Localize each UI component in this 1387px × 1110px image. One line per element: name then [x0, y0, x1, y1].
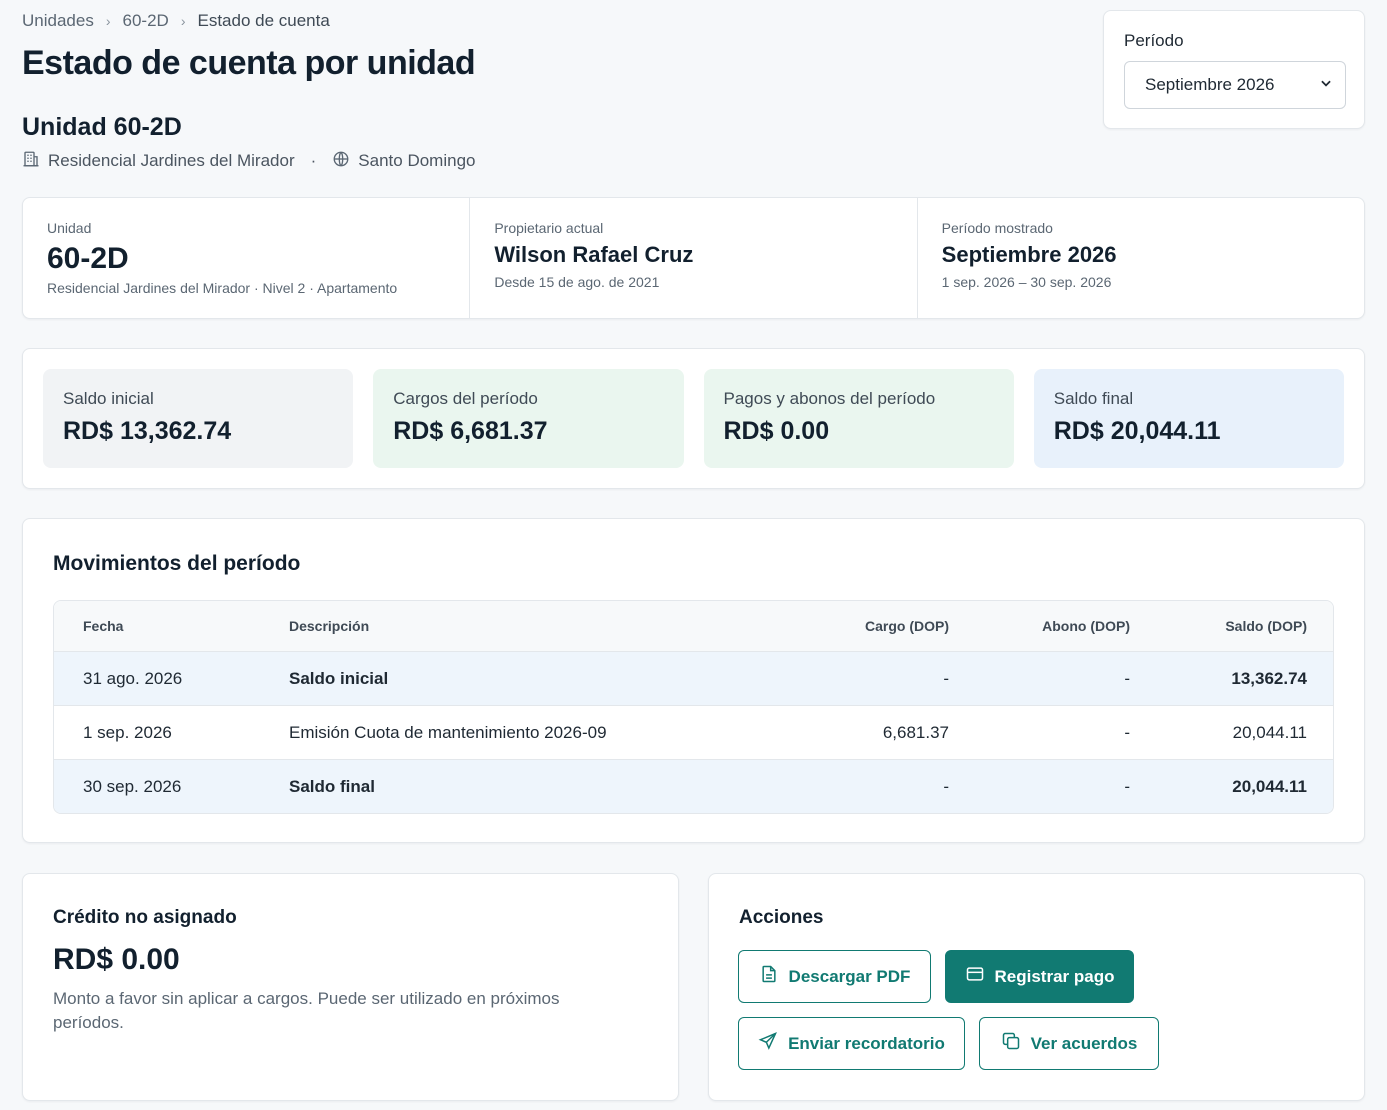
file-text-icon — [759, 964, 779, 989]
credit-note: Monto a favor sin aplicar a cargos. Pued… — [53, 989, 560, 1032]
summary-label: Cargos del período — [393, 389, 538, 408]
summary-value: RD$ 13,362.74 — [63, 417, 232, 445]
register-payment-label: Registrar pago — [994, 966, 1115, 986]
chevron-right-icon: › — [105, 13, 111, 29]
complex-name: Residencial Jardines del Mirador — [48, 151, 295, 170]
col-header-fecha: Fecha — [83, 618, 124, 634]
info-owner-detail: Desde 15 de ago. de 2021 — [494, 274, 660, 290]
send-reminder-label: Enviar recordatorio — [788, 1033, 945, 1053]
building-icon — [22, 150, 40, 173]
cell-desc: Emisión Cuota de mantenimiento 2026-09 — [289, 722, 607, 742]
cell-abono: - — [1124, 776, 1130, 796]
summary-label: Saldo inicial — [63, 389, 154, 408]
table-row: 31 ago. 2026 Saldo inicial - - 13,362.74 — [54, 651, 1333, 705]
info-period-detail: 1 sep. 2026 – 30 sep. 2026 — [941, 274, 1112, 290]
send-reminder-button[interactable]: Enviar recordatorio — [738, 1017, 965, 1070]
summary-value: RD$ 20,044.11 — [1053, 417, 1221, 445]
movements-card: Movimientos del período Fecha Descripció… — [22, 518, 1365, 843]
unit-title: Unidad 60-2D — [22, 113, 182, 141]
summary-card: Saldo inicial RD$ 13,362.74 Cargos del p… — [22, 348, 1365, 489]
cell-date: 30 sep. 2026 — [83, 776, 182, 796]
city-name: Santo Domingo — [358, 151, 476, 170]
cell-abono: - — [1124, 722, 1130, 742]
separator-dot: · — [310, 151, 317, 170]
credit-card-icon — [965, 964, 985, 989]
info-period-label: Período mostrado — [941, 220, 1053, 236]
actions-title: Acciones — [739, 907, 824, 928]
summary-value: RD$ 0.00 — [723, 417, 830, 445]
cell-cargo: - — [943, 668, 949, 688]
col-header-abono: Abono (DOP) — [1042, 618, 1130, 634]
table-row: 1 sep. 2026 Emisión Cuota de mantenimien… — [54, 705, 1333, 759]
info-owner-label: Propietario actual — [494, 220, 604, 236]
credit-card: Crédito no asignado RD$ 0.00 Monto a fav… — [22, 873, 679, 1101]
cell-saldo: 20,044.11 — [1232, 722, 1307, 742]
credit-value: RD$ 0.00 — [53, 943, 180, 976]
credit-title: Crédito no asignado — [53, 907, 237, 928]
register-payment-button[interactable]: Registrar pago — [945, 950, 1134, 1003]
cell-cargo: 6,681.37 — [882, 722, 949, 742]
info-card: Unidad 60-2D Residencial Jardines del Mi… — [22, 197, 1365, 319]
unit-meta: Residencial Jardines del Mirador · Santo… — [22, 150, 475, 172]
info-owner: Propietario actual Wilson Rafael Cruz De… — [470, 198, 918, 318]
cell-abono: - — [1124, 668, 1130, 688]
period-select-value: Septiembre 2026 — [1145, 75, 1275, 94]
movements-title: Movimientos del período — [53, 552, 301, 575]
globe-icon — [332, 150, 350, 173]
summary-pagos: Pagos y abonos del período RD$ 0.00 — [703, 369, 1014, 468]
summary-cargos: Cargos del período RD$ 6,681.37 — [373, 369, 684, 468]
info-unit-value: 60-2D — [47, 242, 129, 275]
period-label: Período — [1124, 31, 1184, 50]
period-selector-card: Período Septiembre 2026 — [1103, 10, 1365, 129]
breadcrumb-item-unit[interactable]: 60-2D — [123, 11, 169, 31]
info-unit: Unidad 60-2D Residencial Jardines del Mi… — [23, 198, 471, 318]
col-header-cargo: Cargo (DOP) — [865, 618, 949, 634]
info-owner-value: Wilson Rafael Cruz — [494, 242, 694, 267]
download-pdf-label: Descargar PDF — [788, 966, 911, 986]
summary-saldo-inicial: Saldo inicial RD$ 13,362.74 — [43, 369, 354, 468]
download-pdf-button[interactable]: Descargar PDF — [738, 950, 931, 1003]
period-select[interactable]: Septiembre 2026 — [1124, 61, 1346, 109]
table-row: 30 sep. 2026 Saldo final - - 20,044.11 — [54, 759, 1333, 813]
summary-value: RD$ 6,681.37 — [393, 417, 548, 445]
cell-saldo: 20,044.11 — [1232, 776, 1307, 796]
chevron-down-icon — [1319, 75, 1333, 95]
col-header-saldo: Saldo (DOP) — [1225, 618, 1307, 634]
view-agreements-button[interactable]: Ver acuerdos — [979, 1017, 1159, 1070]
cell-cargo: - — [943, 776, 949, 796]
breadcrumb: Unidades › 60-2D › Estado de cuenta — [22, 10, 330, 32]
info-unit-detail: Residencial Jardines del Mirador · Nivel… — [47, 280, 398, 296]
page-title: Estado de cuenta por unidad — [22, 44, 476, 82]
info-period: Período mostrado Septiembre 2026 1 sep. … — [918, 198, 1364, 318]
col-header-descripcion: Descripción — [289, 618, 370, 634]
cell-desc: Saldo final — [289, 776, 375, 796]
info-period-value: Septiembre 2026 — [941, 242, 1117, 267]
table-header: Fecha Descripción Cargo (DOP) Abono (DOP… — [54, 601, 1333, 651]
movements-table: Fecha Descripción Cargo (DOP) Abono (DOP… — [53, 600, 1334, 814]
breadcrumb-item-current: Estado de cuenta — [197, 11, 330, 30]
info-unit-label: Unidad — [47, 220, 92, 236]
summary-saldo-final: Saldo final RD$ 20,044.11 — [1033, 369, 1344, 468]
view-agreements-label: Ver acuerdos — [1030, 1033, 1138, 1053]
summary-label: Pagos y abonos del período — [723, 389, 936, 408]
copy-icon — [1001, 1031, 1021, 1056]
cell-desc: Saldo inicial — [289, 668, 389, 688]
cell-saldo: 13,362.74 — [1231, 668, 1307, 688]
send-icon — [758, 1031, 778, 1056]
breadcrumb-item-unidades[interactable]: Unidades — [22, 11, 94, 31]
cell-date: 31 ago. 2026 — [83, 668, 183, 688]
chevron-right-icon: › — [180, 13, 186, 29]
summary-label: Saldo final — [1053, 389, 1134, 408]
cell-date: 1 sep. 2026 — [83, 722, 172, 742]
